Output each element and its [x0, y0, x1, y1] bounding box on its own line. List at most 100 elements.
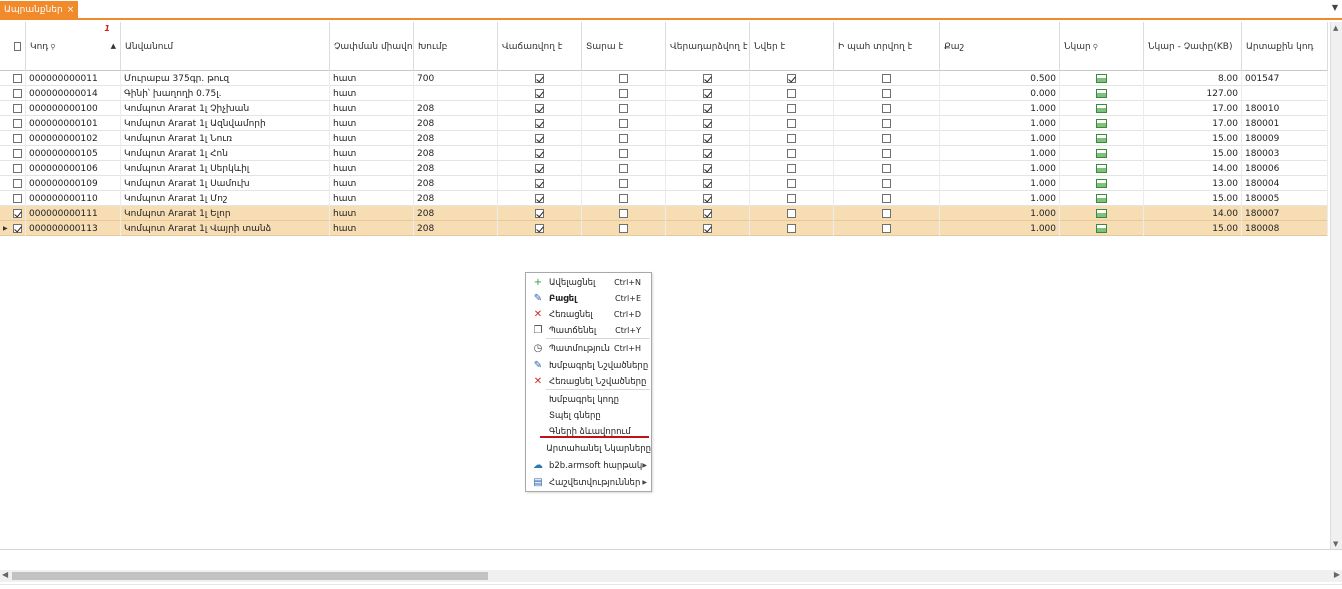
- menu-item[interactable]: ☁ b2b.armsoft հարթակ ▶: [527, 458, 651, 473]
- table-cell[interactable]: [10, 116, 26, 131]
- table-cell[interactable]: [834, 101, 940, 116]
- row-checkbox[interactable]: [13, 164, 22, 173]
- menu-item[interactable]: + Ավելացնել Ctrl+N: [527, 275, 651, 290]
- column-header[interactable]: Քաշ: [940, 22, 1060, 71]
- bool-checkbox[interactable]: [882, 209, 891, 218]
- bool-checkbox[interactable]: [619, 224, 628, 233]
- table-cell[interactable]: [750, 191, 834, 206]
- filter-icon[interactable]: ⚲: [1093, 43, 1098, 51]
- image-icon[interactable]: [1096, 164, 1107, 173]
- table-cell[interactable]: 000000000106: [26, 161, 121, 176]
- column-header[interactable]: Վաճառվող է: [498, 22, 582, 71]
- column-header[interactable]: Արտաքին կոդ: [1242, 22, 1328, 71]
- table-cell[interactable]: [750, 131, 834, 146]
- row-checkbox[interactable]: [13, 149, 22, 158]
- chevron-down-icon[interactable]: ▼: [1332, 3, 1338, 12]
- table-cell[interactable]: [666, 86, 750, 101]
- tab-products[interactable]: Ապրանքներ ×: [0, 1, 78, 19]
- table-cell[interactable]: [666, 116, 750, 131]
- table-cell[interactable]: 208: [414, 131, 498, 146]
- menu-item[interactable]: ✎ Խմբագրել Նշվածները: [527, 358, 651, 373]
- table-cell[interactable]: 14.00: [1144, 206, 1242, 221]
- row-checkbox[interactable]: [13, 104, 22, 113]
- image-icon[interactable]: [1096, 209, 1107, 218]
- table-cell[interactable]: 208: [414, 101, 498, 116]
- table-cell[interactable]: 15.00: [1144, 221, 1242, 236]
- table-cell[interactable]: [666, 146, 750, 161]
- column-header[interactable]: Տարա է: [582, 22, 666, 71]
- bool-checkbox[interactable]: [619, 164, 628, 173]
- image-icon[interactable]: [1096, 74, 1107, 83]
- menu-item[interactable]: Արտահանել Նկարները: [527, 441, 651, 456]
- table-cell[interactable]: [1242, 86, 1328, 101]
- bool-checkbox[interactable]: [703, 104, 712, 113]
- scroll-down-icon[interactable]: ▼: [1333, 540, 1338, 548]
- scroll-left-icon[interactable]: ◀: [2, 570, 8, 579]
- image-icon[interactable]: [1096, 194, 1107, 203]
- bool-checkbox[interactable]: [619, 179, 628, 188]
- table-cell[interactable]: [582, 206, 666, 221]
- table-cell[interactable]: [666, 221, 750, 236]
- table-cell[interactable]: 17.00: [1144, 101, 1242, 116]
- table-cell[interactable]: Կոմպոտ Ararat 1լ Ազնվամորի: [121, 116, 330, 131]
- column-header[interactable]: Անվանում: [121, 22, 330, 71]
- row-checkbox[interactable]: [13, 224, 22, 233]
- table-cell[interactable]: հատ: [330, 206, 414, 221]
- table-cell[interactable]: [666, 71, 750, 86]
- menu-item[interactable]: Տպել գները: [527, 408, 651, 423]
- table-cell[interactable]: [834, 161, 940, 176]
- bool-checkbox[interactable]: [787, 119, 796, 128]
- bool-checkbox[interactable]: [619, 119, 628, 128]
- bool-checkbox[interactable]: [787, 209, 796, 218]
- bool-checkbox[interactable]: [882, 149, 891, 158]
- table-cell[interactable]: [666, 176, 750, 191]
- table-cell[interactable]: [1060, 176, 1144, 191]
- table-cell[interactable]: [10, 206, 26, 221]
- row-checkbox[interactable]: [13, 119, 22, 128]
- column-header[interactable]: Չափման միավոր: [330, 22, 414, 71]
- menu-item[interactable]: ◷ Պատմություն Ctrl+H: [527, 341, 651, 356]
- column-header[interactable]: Խումբ: [414, 22, 498, 71]
- table-cell[interactable]: [582, 161, 666, 176]
- bool-checkbox[interactable]: [787, 104, 796, 113]
- table-cell[interactable]: [750, 146, 834, 161]
- menu-item[interactable]: ✎ Բացել Ctrl+E: [527, 291, 651, 306]
- column-header[interactable]: Վերադարձվող է: [666, 22, 750, 71]
- table-cell[interactable]: [498, 191, 582, 206]
- table-cell[interactable]: [750, 71, 834, 86]
- table-cell[interactable]: 127.00: [1144, 86, 1242, 101]
- bool-checkbox[interactable]: [535, 89, 544, 98]
- table-cell[interactable]: 1.000: [940, 131, 1060, 146]
- bool-checkbox[interactable]: [535, 209, 544, 218]
- table-cell[interactable]: [750, 116, 834, 131]
- bool-checkbox[interactable]: [535, 194, 544, 203]
- table-row[interactable]: 000000000111 Կոմպոտ Ararat 1լ Ելոր հատ 208 1…: [0, 206, 1328, 221]
- table-cell[interactable]: հատ: [330, 221, 414, 236]
- column-header[interactable]: Նկար ⚲: [1060, 22, 1144, 71]
- table-cell[interactable]: 000000000102: [26, 131, 121, 146]
- table-cell[interactable]: 000000000100: [26, 101, 121, 116]
- scroll-right-icon[interactable]: ▶: [1334, 570, 1340, 579]
- image-icon[interactable]: [1096, 179, 1107, 188]
- image-icon[interactable]: [1096, 224, 1107, 233]
- table-cell[interactable]: [666, 101, 750, 116]
- table-cell[interactable]: 000000000014: [26, 86, 121, 101]
- close-icon[interactable]: ×: [67, 5, 75, 15]
- table-cell[interactable]: [582, 116, 666, 131]
- bool-checkbox[interactable]: [882, 194, 891, 203]
- bool-checkbox[interactable]: [787, 164, 796, 173]
- bool-checkbox[interactable]: [535, 74, 544, 83]
- bool-checkbox[interactable]: [882, 74, 891, 83]
- table-cell[interactable]: [498, 71, 582, 86]
- table-cell[interactable]: [1060, 131, 1144, 146]
- table-row[interactable]: 000000000014 Գինի՝ խաղողի 0.75լ. հատ 0.000 1…: [0, 86, 1328, 101]
- table-cell[interactable]: 000000000101: [26, 116, 121, 131]
- table-cell[interactable]: [582, 86, 666, 101]
- table-cell[interactable]: [834, 206, 940, 221]
- bool-checkbox[interactable]: [619, 74, 628, 83]
- table-row[interactable]: 000000000011 Մուրաբա 375գր. թուզ հատ 700 0.5…: [0, 71, 1328, 86]
- table-cell[interactable]: Կոմպոտ Ararat 1լ Ելոր: [121, 206, 330, 221]
- table-cell[interactable]: [582, 71, 666, 86]
- table-cell[interactable]: [10, 161, 26, 176]
- table-cell[interactable]: [750, 161, 834, 176]
